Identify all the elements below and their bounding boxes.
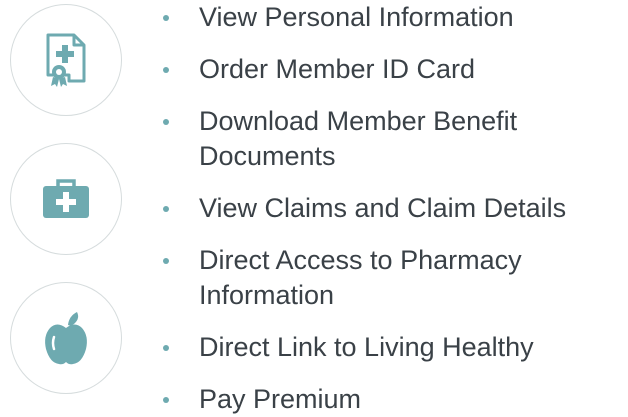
list-item: Direct Access to Pharmacy Information <box>160 243 628 313</box>
bullet <box>163 345 169 351</box>
medical-certificate-icon-circle <box>10 4 122 116</box>
list-item-label: Download Member Benefit <box>199 106 518 136</box>
list-item: Pay Premium <box>160 382 628 417</box>
list-item: Direct Link to Living Healthy <box>160 330 628 365</box>
list-item-label: Order Member ID Card <box>199 54 476 84</box>
apple-icon <box>45 312 87 365</box>
feature-list: View Personal Information Order Member I… <box>160 0 628 417</box>
bullet <box>163 258 169 264</box>
list-item: View Personal Information <box>160 0 628 35</box>
list-item-label: Pay Premium <box>199 384 362 414</box>
list-item-label-continued: Documents <box>199 141 336 171</box>
list-item-label: View Claims and Claim Details <box>199 193 567 223</box>
list-item-label-continued: Information <box>199 280 335 310</box>
medical-certificate-icon <box>46 33 86 87</box>
list-item-label: Direct Link to Living Healthy <box>199 332 534 362</box>
list-item-label: Direct Access to Pharmacy <box>199 245 522 275</box>
list-item-label: View Personal Information <box>199 2 514 32</box>
list-item: View Claims and Claim Details <box>160 191 628 226</box>
bullet <box>163 119 169 125</box>
list-item: Order Member ID Card <box>160 52 628 87</box>
bullet <box>163 67 169 73</box>
apple-icon-circle <box>10 282 122 394</box>
medical-kit-icon-circle <box>10 143 122 255</box>
list-item: Download Member Benefit Documents <box>160 104 628 174</box>
bullet <box>163 15 169 21</box>
medical-kit-icon <box>43 179 89 218</box>
bullet <box>163 397 169 403</box>
bullet <box>163 206 169 212</box>
